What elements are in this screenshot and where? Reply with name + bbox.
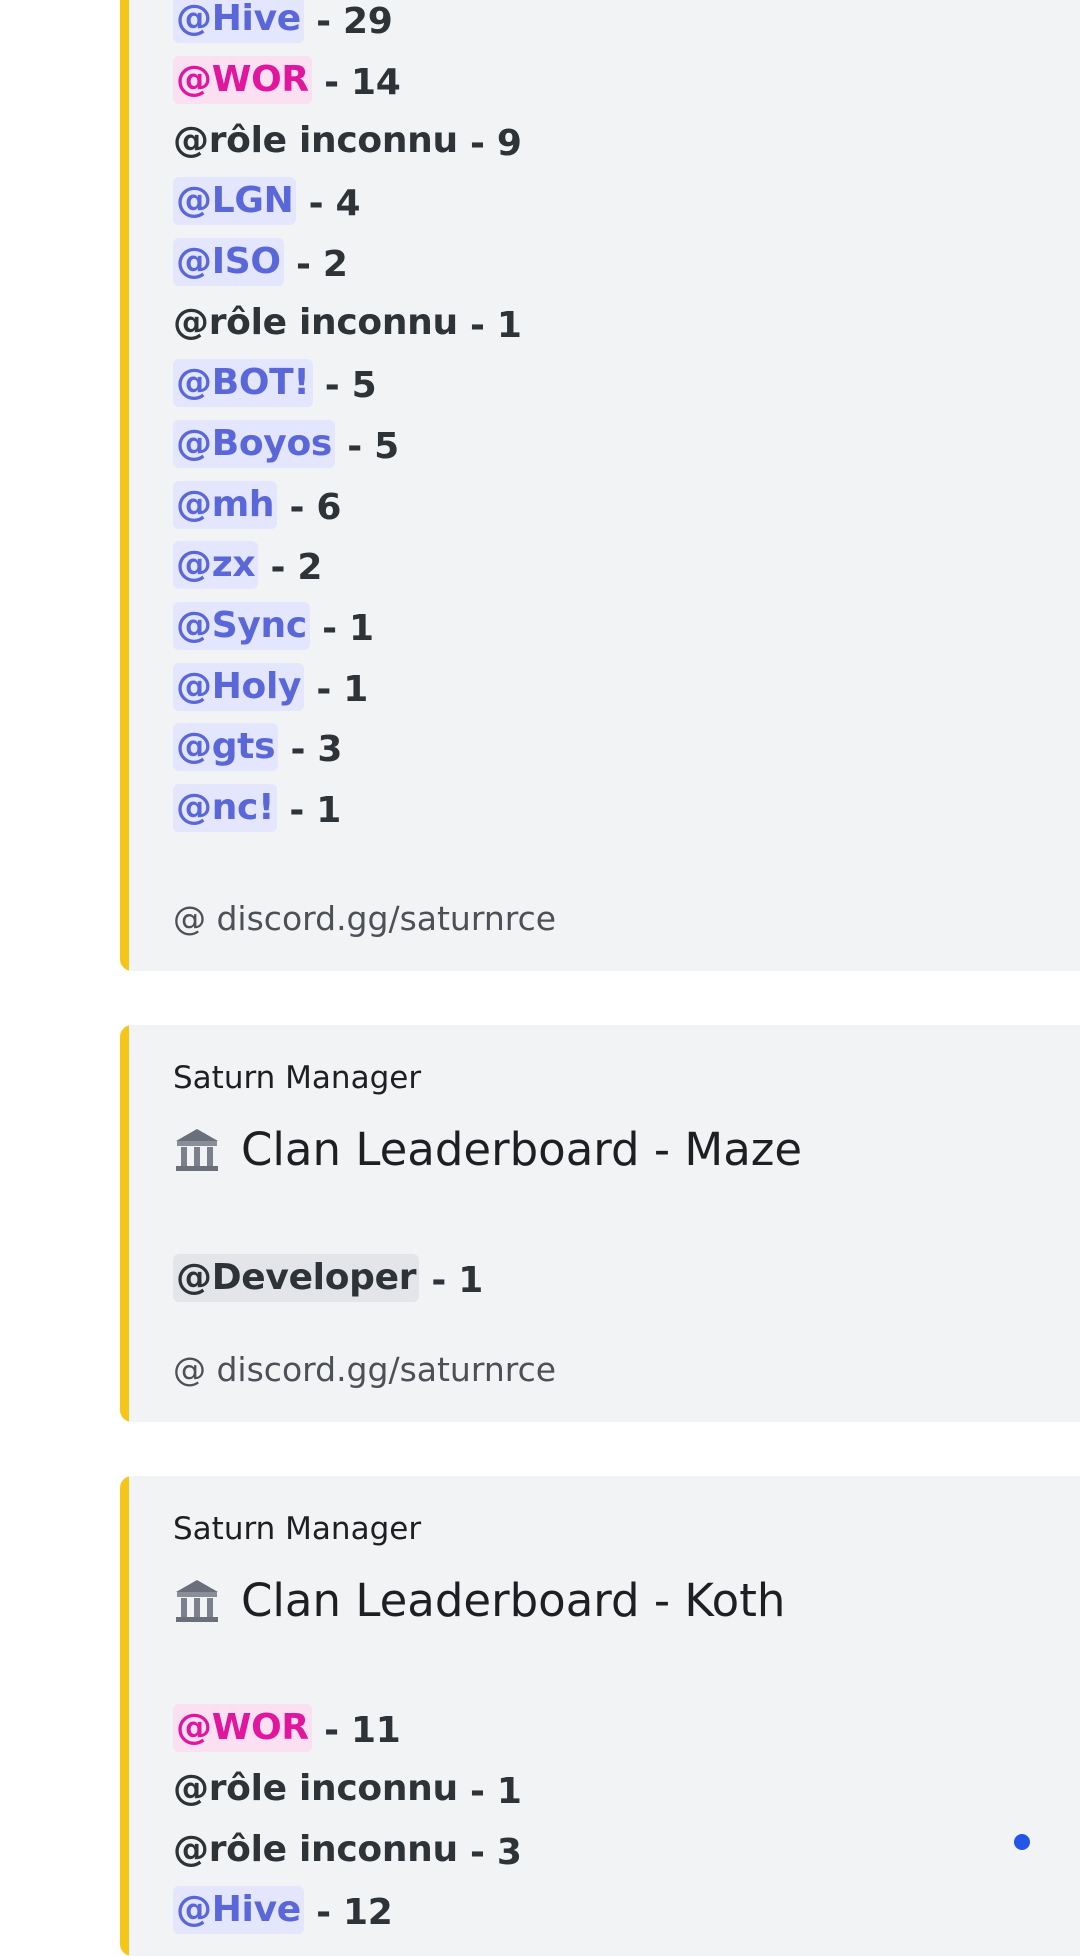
- leaderboard-row: @WOR - 11: [173, 1704, 401, 1752]
- row-score: - 6: [277, 487, 342, 528]
- row-score: - 4: [296, 183, 361, 224]
- role-mention[interactable]: @ISO: [173, 238, 284, 286]
- embed-footer: @ discord.gg/saturnrce: [173, 1350, 557, 1389]
- row-score: - 14: [311, 62, 401, 103]
- role-mention[interactable]: @Developer: [173, 1254, 420, 1302]
- embed-footer: @ discord.gg/saturnrce: [173, 899, 557, 938]
- embed-title-text: Clan Leaderboard - Koth: [241, 1574, 786, 1627]
- classical-building-icon: [176, 1579, 218, 1622]
- leaderboard-row: @zx - 2: [173, 541, 323, 589]
- row-score: - 5: [312, 365, 377, 406]
- role-mention[interactable]: @Hive: [173, 1886, 304, 1934]
- embed-author[interactable]: Saturn Manager: [173, 1060, 421, 1096]
- classical-building-icon: [176, 1128, 218, 1171]
- role-mention: @rôle inconnu: [173, 1768, 458, 1809]
- role-mention[interactable]: @Hive: [173, 0, 304, 43]
- embed-title: Clan Leaderboard - Koth: [173, 1574, 785, 1627]
- role-mention[interactable]: @zx: [173, 541, 259, 589]
- leaderboard-row: @Developer - 1: [173, 1254, 484, 1302]
- role-mention[interactable]: @Boyos: [173, 420, 335, 468]
- role-mention[interactable]: @Holy: [173, 663, 305, 711]
- scroll-indicator-dot: [1014, 1834, 1030, 1850]
- role-mention: @rôle inconnu: [173, 302, 458, 343]
- role-mention: @rôle inconnu: [173, 1829, 458, 1870]
- role-mention[interactable]: @BOT!: [173, 359, 313, 407]
- row-score: - 1: [457, 305, 522, 346]
- row-score: - 9: [457, 123, 522, 164]
- leaderboard-row: @rôle inconnu - 1: [173, 302, 522, 346]
- row-score: - 2: [258, 547, 323, 588]
- row-score: - 3: [457, 1832, 522, 1873]
- role-mention: @rôle inconnu: [173, 120, 458, 161]
- leaderboard-row: @rôle inconnu - 9: [173, 120, 522, 164]
- row-score: - 1: [277, 790, 342, 831]
- row-score: - 29: [303, 1, 393, 42]
- role-mention[interactable]: @LGN: [173, 177, 297, 225]
- role-mention[interactable]: @Sync: [173, 602, 310, 650]
- leaderboard-row: @Hive - 12: [173, 1886, 393, 1934]
- row-score: - 1: [309, 608, 374, 649]
- row-score: - 2: [283, 244, 348, 285]
- role-mention[interactable]: @nc!: [173, 784, 278, 832]
- leaderboard-embed: Saturn Manager Clan Leaderboard - Maze @…: [120, 1025, 1080, 1422]
- row-score: - 5: [335, 426, 399, 467]
- row-score: - 1: [419, 1260, 484, 1301]
- leaderboard-embed: @Hive - 29 @WOR - 14 @rôle inconnu - 9 @…: [120, 0, 1080, 971]
- row-score: - 12: [303, 1892, 393, 1933]
- role-mention[interactable]: @mh: [173, 481, 278, 529]
- leaderboard-row: @gts - 3: [173, 723, 343, 771]
- leaderboard-row: @Hive - 29: [173, 0, 393, 43]
- embed-author[interactable]: Saturn Manager: [173, 1511, 421, 1547]
- role-mention[interactable]: @gts: [173, 723, 279, 771]
- leaderboard-row: @Boyos - 5: [173, 420, 399, 468]
- leaderboard-embed: Saturn Manager Clan Leaderboard - Koth @…: [120, 1476, 1080, 1956]
- leaderboard-row: @Sync - 1: [173, 602, 374, 650]
- row-score: - 1: [304, 669, 369, 710]
- role-mention[interactable]: @WOR: [173, 1704, 312, 1752]
- leaderboard-row: @mh - 6: [173, 481, 342, 529]
- leaderboard-row: @nc! - 1: [173, 784, 342, 832]
- embed-title: Clan Leaderboard - Maze: [173, 1123, 802, 1176]
- row-score: - 1: [457, 1771, 522, 1812]
- role-mention[interactable]: @WOR: [173, 56, 312, 104]
- leaderboard-row: @ISO - 2: [173, 238, 348, 286]
- leaderboard-row: @rôle inconnu - 3: [173, 1829, 522, 1873]
- row-score: - 11: [311, 1710, 401, 1751]
- leaderboard-row: @WOR - 14: [173, 56, 401, 104]
- leaderboard-row: @BOT! - 5: [173, 359, 377, 407]
- row-score: - 3: [278, 729, 343, 770]
- leaderboard-row: @LGN - 4: [173, 177, 361, 225]
- leaderboard-row: @Holy - 1: [173, 663, 369, 711]
- embed-title-text: Clan Leaderboard - Maze: [241, 1123, 803, 1176]
- leaderboard-row: @rôle inconnu - 1: [173, 1768, 522, 1812]
